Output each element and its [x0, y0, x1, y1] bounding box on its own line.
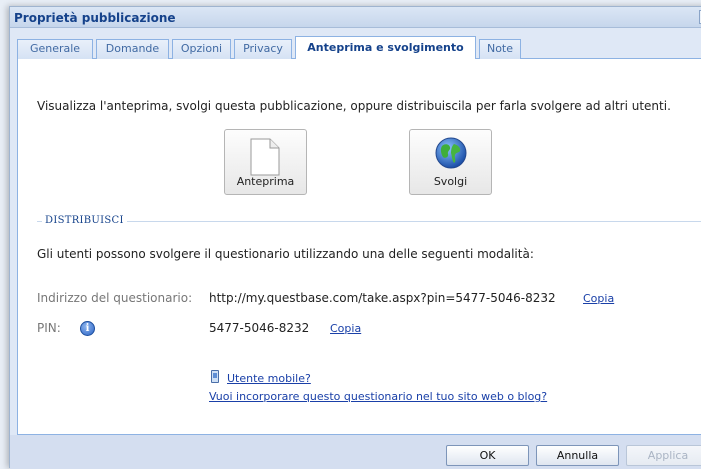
preview-button-label: Anteprima	[236, 175, 295, 188]
mobile-phone-icon	[211, 370, 219, 383]
distribute-divider	[37, 221, 701, 222]
apply-button[interactable]: Applica	[626, 445, 701, 466]
pin-label: PIN:	[37, 321, 61, 335]
tab-strip: Generale Domande Opzioni Privacy Antepri…	[17, 35, 701, 60]
copy-pin-link[interactable]: Copia	[330, 322, 361, 335]
properties-dialog: Proprietà pubblicazione x Generale Doman…	[9, 6, 701, 469]
cancel-button[interactable]: Annulla	[536, 445, 619, 466]
tab-panel: Visualizza l'anteprima, svolgi questa pu…	[17, 59, 701, 435]
address-label: Indirizzo del questionario:	[37, 291, 193, 305]
tab-privacy[interactable]: Privacy	[234, 39, 292, 59]
document-icon	[250, 138, 280, 179]
tab-opzioni[interactable]: Opzioni	[172, 39, 231, 59]
dialog-title: Proprietà pubblicazione	[14, 11, 176, 25]
embed-questionnaire-link[interactable]: Vuoi incorporare questo questionario nel…	[209, 390, 547, 403]
tab-generale[interactable]: Generale	[17, 39, 93, 59]
dialog-titlebar[interactable]: Proprietà pubblicazione x	[10, 7, 701, 28]
tab-anteprima-svolgimento[interactable]: Anteprima e svolgimento	[295, 36, 476, 60]
copy-address-link[interactable]: Copia	[583, 292, 614, 305]
intro-text: Visualizza l'anteprima, svolgi questa pu…	[37, 99, 671, 113]
ok-button[interactable]: OK	[446, 445, 529, 466]
tab-domande[interactable]: Domande	[96, 39, 169, 59]
preview-button[interactable]: Anteprima	[224, 129, 307, 195]
mobile-user-link[interactable]: Utente mobile?	[227, 372, 311, 385]
take-button-label: Svolgi	[433, 175, 468, 188]
pin-value: 5477-5046-8232	[209, 321, 310, 335]
dialog-footer: OK Annulla Applica	[10, 435, 701, 469]
take-button[interactable]: Svolgi	[409, 129, 492, 195]
distribute-description: Gli utenti possono svolgere il questiona…	[37, 247, 534, 261]
distribute-legend: DISTRIBUISCI	[42, 215, 127, 226]
address-value: http://my.questbase.com/take.aspx?pin=54…	[209, 291, 556, 305]
info-icon[interactable]: i	[80, 321, 95, 336]
globe-icon	[434, 136, 468, 173]
tab-note[interactable]: Note	[479, 39, 521, 59]
